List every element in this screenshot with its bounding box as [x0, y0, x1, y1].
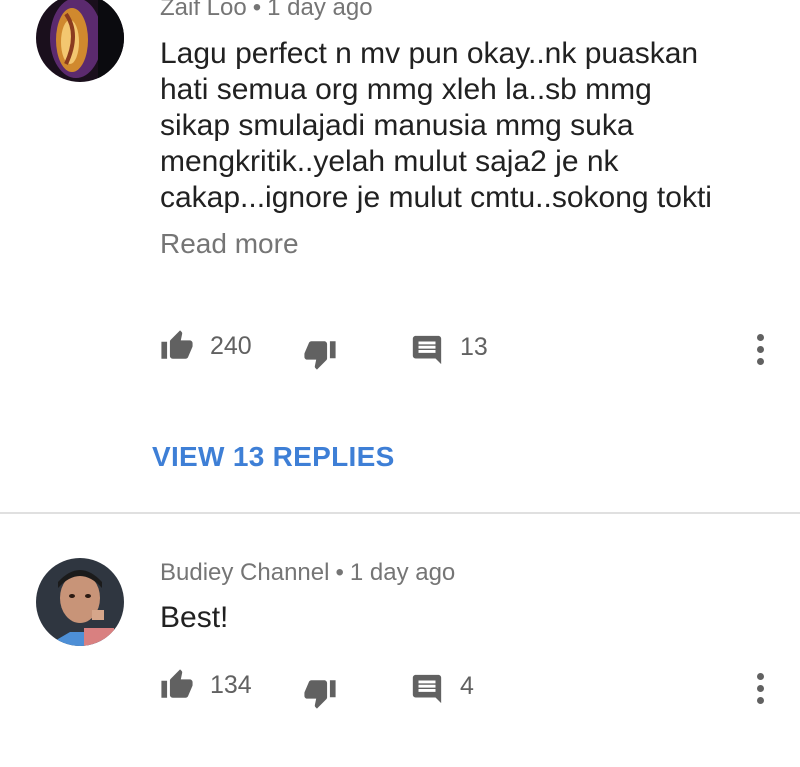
- comment-icon: [412, 335, 442, 365]
- comment-actions: 134 4: [0, 666, 800, 710]
- like-button[interactable]: 134: [160, 668, 252, 702]
- like-count: 240: [210, 331, 252, 360]
- more-options-button[interactable]: [744, 666, 776, 710]
- comment-text-line: sikap smulajadi manusia mmg suka: [160, 109, 634, 142]
- reply-button[interactable]: 4: [410, 672, 474, 706]
- like-count: 134: [210, 670, 252, 699]
- avatar[interactable]: [36, 558, 124, 646]
- more-vert-icon: [756, 333, 764, 341]
- comment-actions: 240 13: [0, 327, 800, 371]
- thumb-up-icon: [161, 330, 193, 359]
- meta-separator: •: [335, 559, 344, 586]
- comment-text-line: hati semua org mmg xleh la..sb mmg: [160, 73, 652, 106]
- comment-item: Budiey Channel • 1 day ago Best! 134 4: [0, 514, 800, 767]
- thumb-down-icon: [304, 341, 336, 370]
- thumb-down-icon: [304, 680, 336, 709]
- comment-text-line: Lagu perfect n mv pun okay..nk puaskan: [160, 37, 699, 70]
- comment-meta: Budiey Channel • 1 day ago: [160, 559, 455, 587]
- meta-separator: •: [252, 0, 262, 21]
- avatar[interactable]: [36, 0, 124, 82]
- avatar-photo-icon: [36, 558, 124, 646]
- comment-time: 1 day ago: [349, 559, 456, 586]
- dislike-button[interactable]: [303, 337, 337, 371]
- more-options-button[interactable]: [744, 327, 776, 371]
- comment-meta: Zaif Loo • 1 day ago: [160, 0, 373, 22]
- comment-text-line: mengkritik..yelah mulut saja2 je nk: [160, 145, 619, 178]
- comment-text-line: Best!: [160, 601, 229, 634]
- comment-time: 1 day ago: [267, 0, 373, 21]
- more-vert-icon: [756, 672, 764, 680]
- view-replies-button[interactable]: VIEW 13 REPLIES: [152, 441, 395, 473]
- comment-text: Best!: [160, 600, 760, 636]
- author-name[interactable]: Budiey Channel: [160, 559, 329, 586]
- comment-text-line: cakap...ignore je mulut cmtu..sokong tok…: [160, 181, 712, 214]
- author-name[interactable]: Zaif Loo: [160, 0, 247, 21]
- reply-count: 4: [460, 671, 474, 700]
- reply-count: 13: [460, 332, 488, 361]
- comment-text: Lagu perfect n mv pun okay..nk puaskan h…: [160, 36, 760, 216]
- comment-icon: [412, 674, 442, 704]
- read-more-link[interactable]: Read more: [160, 228, 299, 260]
- reply-button[interactable]: 13: [410, 333, 488, 367]
- dislike-button[interactable]: [303, 676, 337, 710]
- avatar-abstract-icon: [36, 0, 124, 82]
- comment-item: Zaif Loo • 1 day ago Lagu perfect n mv pun…: [0, 0, 800, 510]
- thumb-up-icon: [161, 669, 193, 698]
- like-button[interactable]: 240: [160, 329, 252, 363]
